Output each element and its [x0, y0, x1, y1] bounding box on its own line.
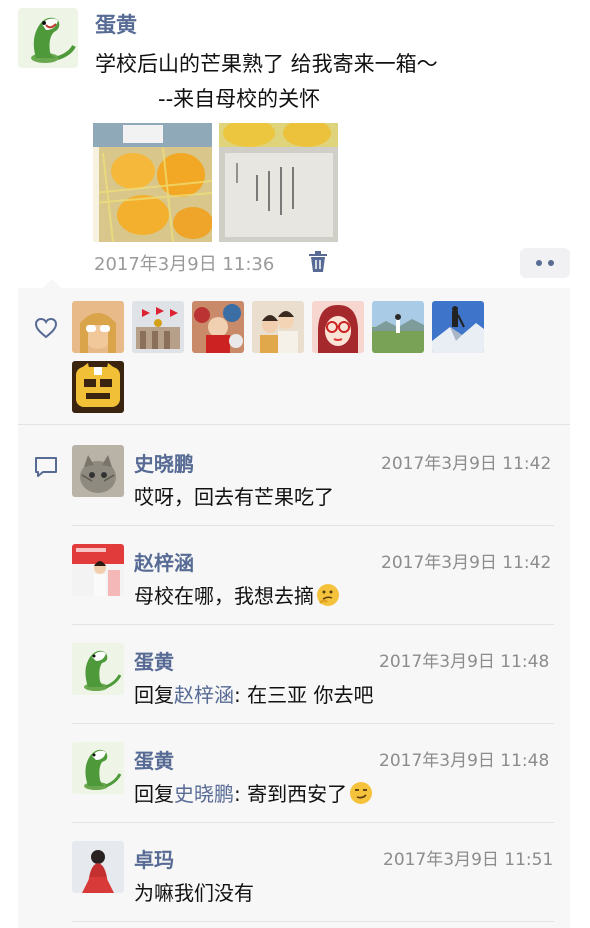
comment-divider [72, 723, 554, 724]
post-text-line2: --来自母校的关怀 [158, 87, 321, 111]
comment-timestamp: 2017年3月9日 11:48 [379, 652, 550, 672]
comment-text: 哎呀，回去有芒果吃了 [134, 485, 334, 509]
reply-to-name[interactable]: 赵梓涵 [174, 683, 234, 707]
post-text-line1: 学校后山的芒果熟了 给我寄来一箱～ [95, 52, 438, 76]
comment-timestamp: 2017年3月9日 11:48 [379, 751, 550, 771]
likes-divider [18, 424, 570, 425]
commenter-avatar[interactable] [72, 841, 124, 893]
comment-text: 回复史晓鹏: 寄到西安了 [134, 778, 373, 810]
like-avatar[interactable] [372, 301, 424, 353]
like-avatar[interactable] [72, 301, 124, 353]
handwritten-note-photo[interactable] [219, 123, 338, 242]
comment-icon [34, 456, 58, 478]
commenter-avatar[interactable] [72, 742, 124, 794]
mango-box-photo[interactable] [93, 123, 212, 242]
trash-icon[interactable] [308, 251, 328, 273]
commenter-name[interactable]: 蛋黄 [134, 646, 174, 675]
comment-timestamp: 2017年3月9日 11:42 [381, 553, 552, 573]
commenter-name[interactable]: 卓玛 [134, 844, 174, 873]
commenter-avatar[interactable] [72, 643, 124, 695]
thinking-face-icon [316, 583, 340, 612]
post-author-name[interactable]: 蛋黄 [95, 9, 137, 39]
comment-text: 回复赵梓涵: 在三亚 你去吧 [134, 683, 374, 707]
like-avatar[interactable] [72, 361, 124, 413]
commenter-avatar[interactable] [72, 445, 124, 497]
post-timestamp: 2017年3月9日 11:36 [94, 254, 275, 275]
comment-divider [72, 921, 554, 922]
comment-divider [72, 822, 554, 823]
commenter-avatar[interactable] [72, 544, 124, 596]
commenter-name[interactable]: 史晓鹏 [134, 448, 194, 477]
more-options-button[interactable] [520, 248, 570, 278]
reply-to-name[interactable]: 史晓鹏 [174, 782, 234, 806]
dot-icon [548, 260, 554, 266]
heart-icon [34, 317, 58, 339]
like-avatar[interactable] [252, 301, 304, 353]
commenter-name[interactable]: 赵梓涵 [134, 547, 194, 576]
comment-text: 为嘛我们没有 [134, 881, 254, 905]
author-avatar[interactable] [18, 8, 78, 68]
comment-text: 母校在哪，我想去摘 [134, 580, 340, 612]
dot-icon [536, 260, 542, 266]
like-avatar[interactable] [192, 301, 244, 353]
like-avatar[interactable] [432, 301, 484, 353]
comment-timestamp: 2017年3月9日 11:51 [383, 850, 554, 870]
like-avatar[interactable] [312, 301, 364, 353]
comment-timestamp: 2017年3月9日 11:42 [381, 454, 552, 474]
smirk-face-icon [349, 781, 373, 810]
commenter-name[interactable]: 蛋黄 [134, 745, 174, 774]
comment-divider [72, 624, 554, 625]
like-avatar[interactable] [132, 301, 184, 353]
comment-divider [72, 525, 554, 526]
